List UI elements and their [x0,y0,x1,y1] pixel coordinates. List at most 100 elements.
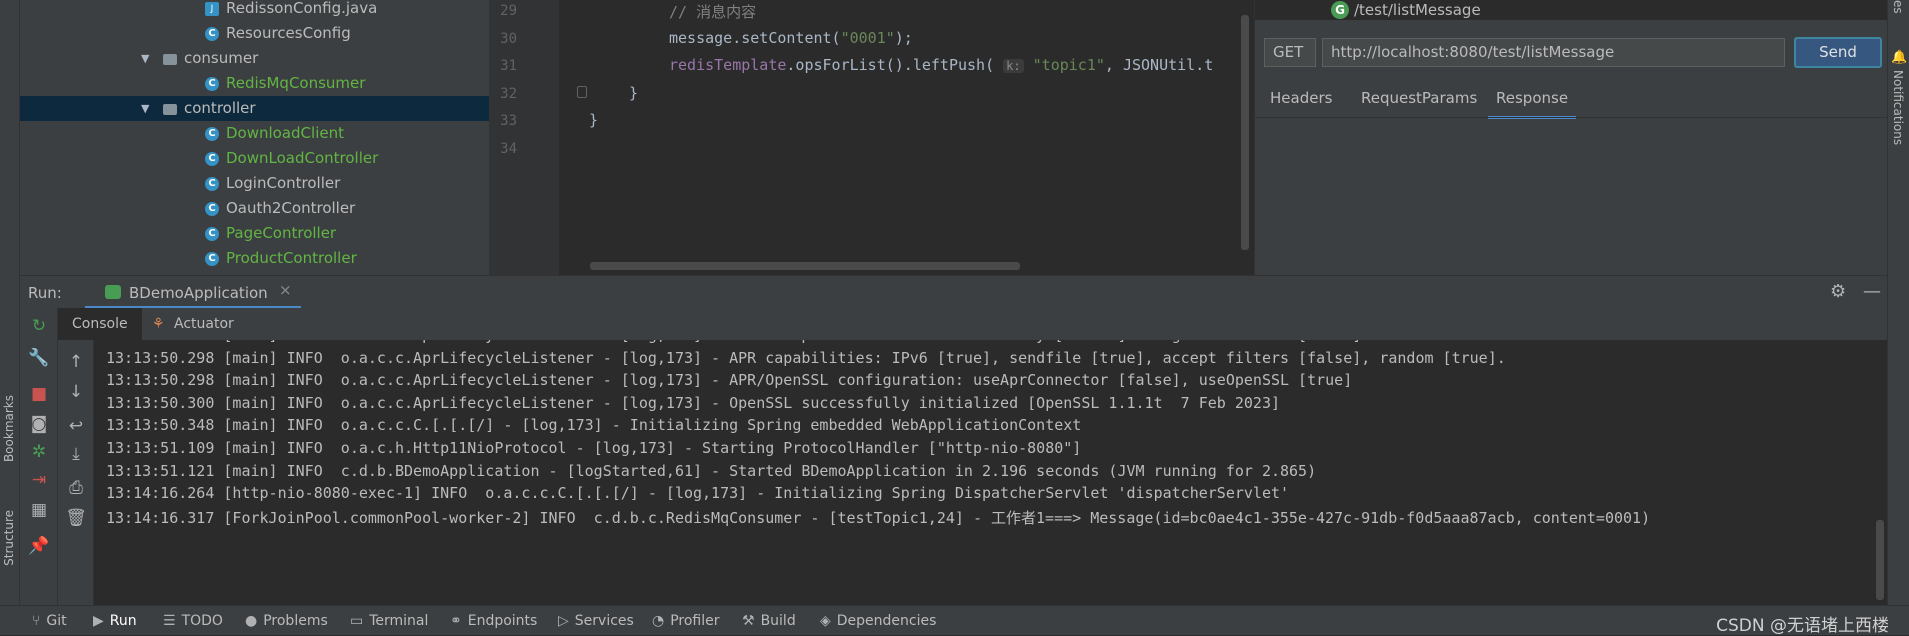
print-icon[interactable]: ⎙ [58,478,94,498]
editor-horizontal-scrollbar[interactable] [590,262,1020,270]
chevron-down-icon[interactable]: ▼ [141,46,149,71]
soft-wrap-icon[interactable]: ↩ [58,416,94,436]
toolwindow-todo[interactable]: ☰ TODO [163,613,223,629]
structure-tab[interactable]: Structure [2,510,16,566]
tab-actuator[interactable]: ⚘ Actuator [138,308,248,340]
method-select[interactable]: GET [1264,38,1316,67]
tree-item[interactable]: J RedissonConfig.java [20,0,489,21]
send-button[interactable]: Send [1794,37,1882,68]
editor-vertical-scrollbar[interactable] [1241,15,1249,250]
project-tree: J RedissonConfig.java C ResourcesConfig ▼ con… [20,0,489,275]
run-config-name: BDemoApplication [129,284,268,302]
stop-icon[interactable]: ■ [20,384,58,404]
tab-request-params[interactable]: RequestParams [1361,80,1477,116]
toolwindow-profiler[interactable]: ◔ Profiler [652,613,720,629]
http-request-panel: G /test/listMessage GET http://localhost… [1254,0,1888,275]
tree-item-label: consumer [184,49,259,67]
minimize-icon[interactable]: — [1863,281,1881,302]
toolwindow-endpoints[interactable]: ⚭ Endpoints [450,613,537,629]
tree-item[interactable]: C RedisMqConsumer [20,71,489,96]
class-icon: C [205,152,219,166]
endpoint-path[interactable]: /test/listMessage [1354,0,1481,20]
log-line: 13:13:51.109 [main] INFO o.a.c.h.Http11N… [106,439,1082,457]
toolwindow-problems[interactable]: ● Problems [245,613,328,629]
git-branch-icon: ⑂ [32,613,41,629]
code-editor[interactable]: 29 30 31 32 33 34 // 消息内容 message.setContent("… [489,0,1254,275]
toolwindow-label: TODO [181,613,223,629]
code-token: .opsForList().leftPush( [786,56,1004,74]
tree-item[interactable]: ▼ consumer [20,46,489,71]
dependencies-icon: ◈ [820,613,831,629]
log-line: 13:13:50.298 [main] INFO o.a.c.c.AprLife… [106,340,1370,344]
rerun-icon[interactable]: ↻ [20,316,58,336]
tab-headers[interactable]: Headers [1270,80,1332,116]
bookmarks-tab[interactable]: Bookmarks [2,395,16,462]
toolwindow-build[interactable]: ⚒ Build [742,613,796,629]
scroll-to-end-icon[interactable]: ⤓ [58,444,94,464]
toolwindow-label: Build [760,613,796,629]
console-scrollbar[interactable] [1876,520,1884,600]
line-number: 30 [500,31,517,47]
bottom-tool-bar: ⑂ Git ▶ Run ☰ TODO ● Problems ▭ Terminal ⚭ Endpoint… [0,605,1909,636]
tree-item[interactable]: ▼ controller [20,96,489,121]
console-output[interactable]: 13:13:50.298 [main] INFO o.a.c.c.AprLife… [94,340,1887,605]
tree-item[interactable]: C DownLoadController [20,146,489,171]
toolwindow-services[interactable]: ▷ Services [558,613,634,629]
run-config-tab[interactable]: BDemoApplication × [85,276,301,309]
trash-icon[interactable]: 🗑 [58,508,94,528]
bell-icon[interactable]: 🔔 [1891,50,1907,65]
wrench-icon[interactable]: 🔧 [20,348,58,368]
pin-icon[interactable]: 📌 [20,536,58,556]
exit-icon[interactable]: ⇥ [20,470,58,490]
code-token: message.setContent( [669,29,841,47]
tree-item-label: PageController [226,224,337,242]
left-tool-strip: Bookmarks Structure [0,0,20,605]
toolwindow-terminal[interactable]: ▭ Terminal [350,613,428,629]
chevron-down-icon[interactable]: ▼ [141,96,149,121]
code-token: , JSONUtil.t [1104,56,1214,74]
terminal-icon: ▭ [350,613,364,629]
debug-icon[interactable]: ✲ [20,442,58,462]
tab-response[interactable]: Response [1488,80,1577,119]
toolwindow-dependencies[interactable]: ◈ Dependencies [820,613,936,629]
tree-item[interactable]: C LoginController [20,171,489,196]
toolwindow-label: Dependencies [836,613,937,629]
arrow-up-icon[interactable]: ↑ [58,352,94,372]
services-icon: ▷ [558,613,569,629]
tree-item[interactable]: C ProductController [20,246,489,271]
tree-item-label: RedisMqConsumer [226,74,366,92]
fold-icon[interactable] [577,86,587,98]
toolwindow-label: Endpoints [467,613,538,629]
notifications-tab[interactable]: Notifications [1891,70,1905,145]
gear-icon[interactable]: ⚙ [1830,281,1846,302]
tree-item[interactable]: C ResourcesConfig [20,21,489,46]
run-label: Run: [28,284,62,302]
class-icon: C [205,202,219,216]
tab-console[interactable]: Console [58,308,142,340]
toolwindow-run[interactable]: ▶ Run [93,613,137,629]
tree-item[interactable]: C PageController [20,221,489,246]
run-toolbar: ↻ 🔧 ■ ◙ ✲ ⇥ ▦ 📌 [20,308,58,605]
tree-item-label: DownloadClient [226,124,344,142]
tree-item-label: LoginController [226,174,341,192]
tree-item-label: ProductController [226,249,357,267]
console-toolbar: ↑ ↓ ↩ ⤓ ⎙ 🗑 [58,340,94,605]
toolwindow-git[interactable]: ⑂ Git [32,613,67,629]
services-tab-fragment[interactable]: es [1891,0,1905,14]
code-line: } [589,111,598,129]
line-number: 34 [500,141,517,157]
toolwindow-label: Terminal [369,613,429,629]
url-input[interactable]: http://localhost:8080/test/listMessage [1322,38,1785,67]
camera-icon[interactable]: ◙ [20,414,58,434]
tree-item[interactable]: C Oauth2Controller [20,196,489,221]
close-icon[interactable]: × [279,281,292,299]
class-icon: C [205,127,219,141]
code-line: // 消息内容 [669,1,756,22]
toolwindow-label: Problems [263,613,328,629]
layout-icon[interactable]: ▦ [20,500,58,520]
tree-item[interactable]: C DownloadClient [20,121,489,146]
arrow-down-icon[interactable]: ↓ [58,382,94,402]
toolwindow-label: Run [109,613,137,629]
endpoint-header: G /test/listMessage [1255,0,1888,20]
parameter-hint: k: [1003,59,1024,73]
